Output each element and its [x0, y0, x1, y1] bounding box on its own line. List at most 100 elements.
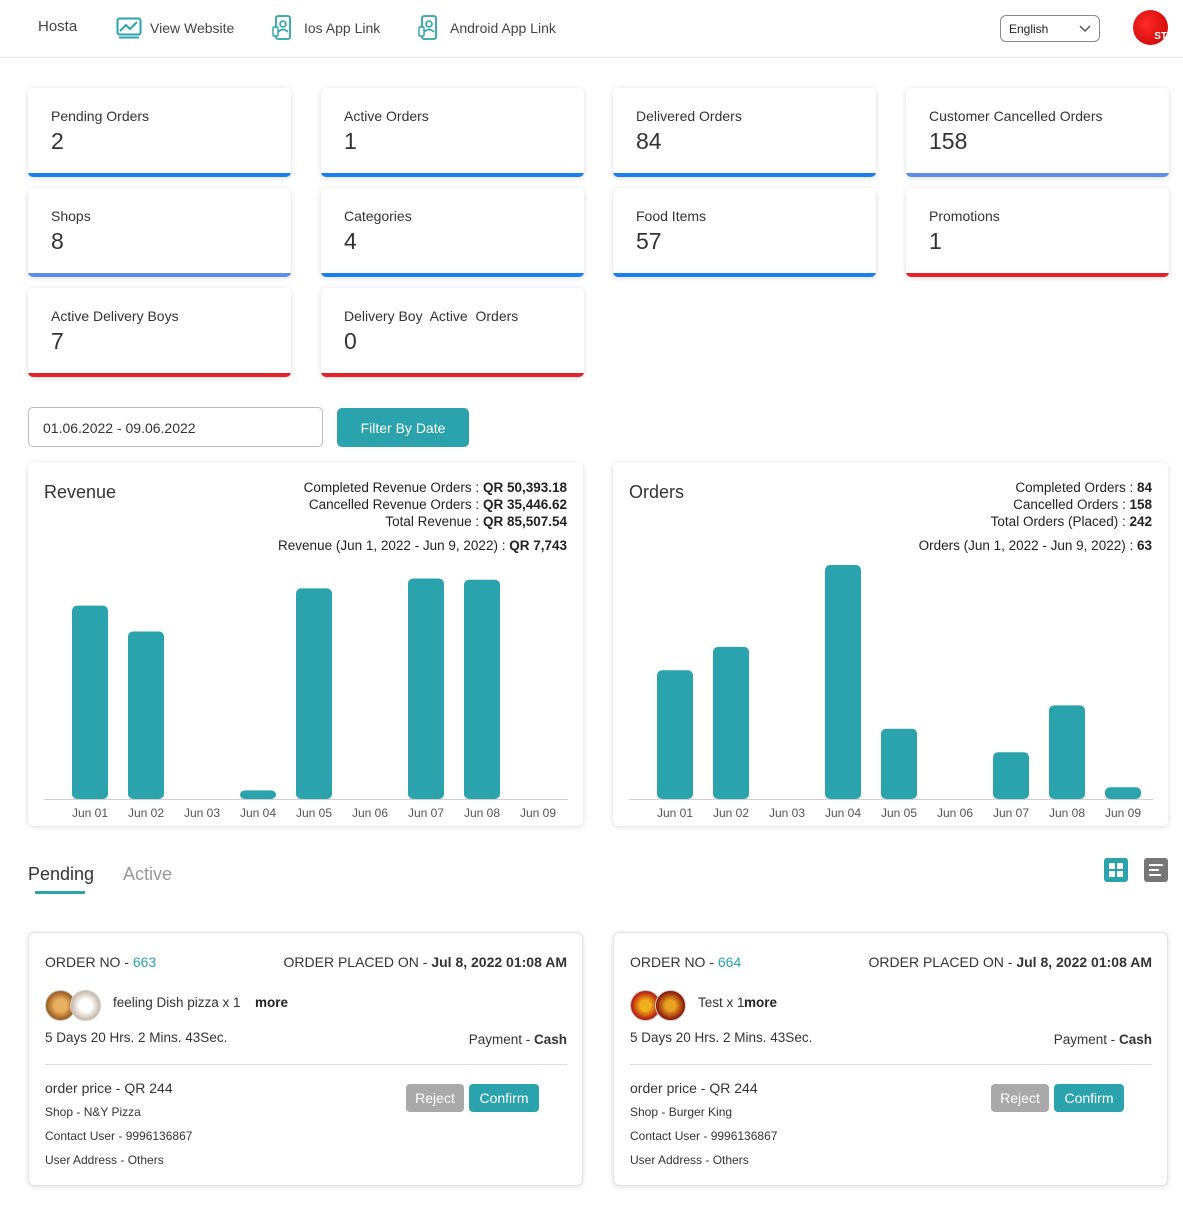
stat-card-food-items[interactable]: Food Items 57 [613, 188, 876, 277]
view-website-link[interactable]: View Website [116, 14, 234, 42]
order-item: feeling Dish pizza x 1 [113, 995, 241, 1010]
user-avatar[interactable]: ST [1133, 10, 1168, 45]
confirm-button[interactable]: Confirm [1054, 1084, 1124, 1112]
language-select[interactable]: English [1000, 15, 1100, 42]
stat-label: Categories [344, 208, 412, 224]
order-timer: 5 Days 20 Hrs. 2 Mins. 43Sec. [45, 1030, 228, 1045]
order-number: ORDER NO - 663 [45, 954, 156, 970]
stat-accent-bar [321, 373, 584, 377]
ios-app-link[interactable]: Ios App Link [270, 14, 380, 42]
stat-accent-bar [28, 273, 291, 277]
stat-accent-bar [906, 173, 1169, 177]
stat-card-customer-cancelled-orders[interactable]: Customer Cancelled Orders 158 [906, 88, 1169, 177]
x-tick-label: Jun 02 [128, 806, 164, 820]
x-tick-label: Jun 09 [1105, 806, 1141, 820]
stat-card-categories[interactable]: Categories 4 [321, 188, 584, 277]
chart-bar[interactable] [1049, 705, 1085, 799]
x-tick-label: Jun 02 [713, 806, 749, 820]
more-link[interactable]: more [744, 995, 777, 1010]
stat-card-shops[interactable]: Shops 8 [28, 188, 291, 277]
chart-bar[interactable] [240, 790, 276, 799]
x-tick-label: Jun 08 [1049, 806, 1085, 820]
chart-bar[interactable] [128, 631, 164, 799]
language-value: English [1009, 21, 1049, 36]
chart-bar[interactable] [408, 578, 444, 799]
orders-bar-chart: Jun 01 Jun 02 Jun 03 Jun 04 Jun 05 Jun 06 Jun … [629, 565, 1153, 820]
order-number-value[interactable]: 664 [718, 954, 741, 970]
stat-value: 0 [344, 328, 357, 354]
android-app-label: Android App Link [450, 20, 556, 36]
reject-button[interactable]: Reject [991, 1084, 1049, 1112]
order-number-label: ORDER NO - [630, 954, 718, 970]
stat-value: 84 [636, 128, 662, 154]
stat-value: 8 [51, 228, 64, 254]
stat-card-promotions[interactable]: Promotions 1 [906, 188, 1169, 277]
chart-bar[interactable] [296, 588, 332, 799]
x-tick-label: Jun 08 [464, 806, 500, 820]
grid-view-button[interactable] [1104, 858, 1128, 882]
chart-bar[interactable] [464, 579, 500, 799]
stat-accent-bar [613, 173, 876, 177]
stat-card-delivery-boy-active-orders[interactable]: Delivery Boy Active Orders 0 [321, 288, 584, 377]
chart-bar[interactable] [1105, 787, 1141, 799]
user-address: User Address - Others [630, 1153, 749, 1167]
stat-label: Active Orders [344, 108, 429, 124]
food-image [70, 990, 101, 1021]
more-link[interactable]: more [255, 995, 288, 1010]
x-tick-label: Jun 03 [769, 806, 805, 820]
payment-value: Cash [533, 1032, 567, 1047]
stat-value: 7 [51, 328, 64, 354]
order-card: ORDER NO - 663 ORDER PLACED ON - Jul 8, … [28, 932, 583, 1186]
chart-bar[interactable] [713, 646, 749, 799]
shop-name: Shop - N&Y Pizza [45, 1105, 141, 1119]
mobile-app-icon [416, 15, 442, 41]
stat-accent-bar [321, 173, 584, 177]
chart-bar[interactable] [825, 565, 861, 799]
contact-user: Contact User - 9996136867 [630, 1129, 778, 1143]
tab-pending[interactable]: Pending [28, 864, 94, 885]
placed-on-label: ORDER PLACED ON - [283, 954, 432, 970]
stat-card-active-orders[interactable]: Active Orders 1 [321, 88, 584, 177]
divider [45, 1064, 567, 1065]
chart-bar[interactable] [72, 605, 108, 799]
stat-value: 4 [344, 228, 357, 254]
brand-name[interactable]: Hosta [38, 18, 77, 35]
revenue-bar-chart: Jun 01 Jun 02 Jun 03 Jun 04 Jun 05 Jun 06 Jun … [44, 578, 568, 820]
payment-method: Payment - Cash [1054, 1032, 1152, 1047]
grid-view-icon [1109, 863, 1123, 877]
stat-label: Food Items [636, 208, 707, 224]
x-tick-label: Jun 07 [993, 806, 1029, 820]
reject-button[interactable]: Reject [406, 1084, 464, 1112]
chart-bar[interactable] [993, 752, 1029, 799]
stat-card-delivered-orders[interactable]: Delivered Orders 84 [613, 88, 876, 177]
x-tick-label: Jun 06 [937, 806, 973, 820]
placed-on-label: ORDER PLACED ON - [868, 954, 1017, 970]
list-view-button[interactable] [1144, 858, 1168, 882]
divider [630, 1064, 1152, 1065]
x-tick-label: Jun 05 [296, 806, 332, 820]
orders-chart-panel: Orders Completed Orders : 84 Cancelled O… [613, 462, 1168, 826]
chart-bar[interactable] [657, 670, 693, 799]
chart-bar[interactable] [881, 728, 917, 799]
mobile-app-icon [270, 15, 296, 41]
tab-active[interactable]: Active [123, 864, 172, 885]
food-image [655, 990, 686, 1021]
placed-on-value: Jul 8, 2022 01:08 AM [431, 954, 567, 970]
view-website-label: View Website [150, 20, 235, 36]
order-timer: 5 Days 20 Hrs. 2 Mins. 43Sec. [630, 1030, 813, 1045]
stat-value: 2 [51, 128, 64, 154]
order-placed-on: ORDER PLACED ON - Jul 8, 2022 01:08 AM [284, 954, 567, 970]
confirm-button[interactable]: Confirm [469, 1084, 539, 1112]
order-item: Test x 1 [698, 995, 745, 1010]
android-app-link[interactable]: Android App Link [416, 14, 556, 42]
order-number-value[interactable]: 663 [133, 954, 156, 970]
stat-card-pending-orders[interactable]: Pending Orders 2 [28, 88, 291, 177]
date-range-input[interactable]: 01.06.2022 - 09.06.2022 [28, 407, 323, 447]
stat-value: 1 [344, 128, 357, 154]
filter-by-date-button[interactable]: Filter By Date [337, 408, 469, 447]
stat-card-active-delivery-boys[interactable]: Active Delivery Boys 7 [28, 288, 291, 377]
order-price: order price - QR 244 [630, 1080, 758, 1096]
active-tab-underline [35, 891, 85, 894]
user-address: User Address - Others [45, 1153, 164, 1167]
stat-label: Pending Orders [51, 108, 150, 124]
